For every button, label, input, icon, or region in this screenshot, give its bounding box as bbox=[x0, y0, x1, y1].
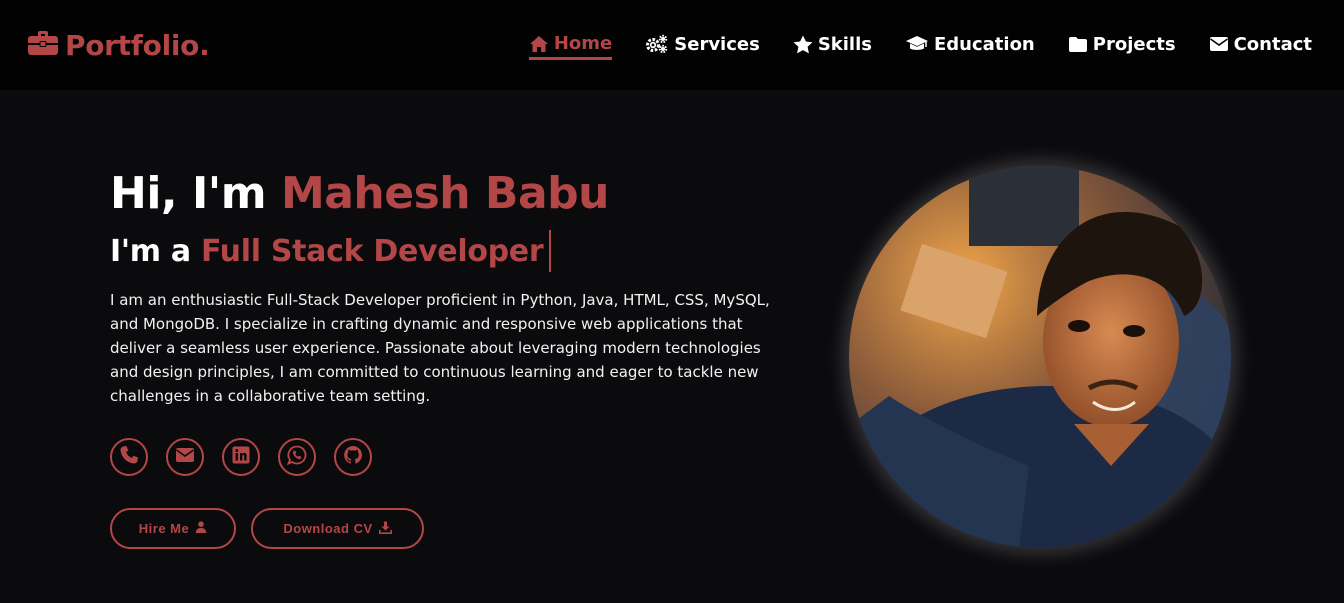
email-link[interactable] bbox=[166, 438, 204, 476]
nav-item-label: Education bbox=[933, 33, 1035, 55]
brand-name: Portfolio. bbox=[65, 28, 210, 62]
whatsapp-icon bbox=[286, 445, 307, 469]
hire-me-button[interactable]: Hire Me bbox=[110, 508, 236, 549]
github-icon bbox=[343, 445, 363, 469]
envelope-icon bbox=[175, 447, 195, 467]
star-icon bbox=[793, 35, 813, 54]
download-cv-label: Download CV bbox=[283, 521, 373, 536]
nav-item-services[interactable]: Services bbox=[645, 30, 760, 60]
nav-item-label: Services bbox=[674, 33, 760, 55]
nav-item-education[interactable]: Education bbox=[905, 30, 1035, 60]
linkedin-icon bbox=[232, 446, 250, 468]
greeting-prefix: Hi, I'm bbox=[110, 168, 281, 219]
nav-item-home[interactable]: Home bbox=[528, 30, 613, 60]
nav-item-skills[interactable]: Skills bbox=[793, 30, 872, 60]
github-link[interactable] bbox=[334, 438, 372, 476]
profile-photo bbox=[849, 166, 1231, 548]
hero-section: Hi, I'm Mahesh Babu I'm a Full Stack Dev… bbox=[0, 90, 1344, 603]
social-links bbox=[110, 438, 372, 476]
typing-cursor bbox=[549, 230, 552, 272]
whatsapp-link[interactable] bbox=[278, 438, 316, 476]
hero-bio: I am an enthusiastic Full-Stack Develope… bbox=[110, 291, 770, 405]
hero-role: I'm a Full Stack Developer bbox=[110, 230, 552, 272]
nav-item-label: Contact bbox=[1233, 33, 1312, 55]
hero-greeting: Hi, I'm Mahesh Babu bbox=[110, 168, 609, 219]
home-icon bbox=[529, 35, 549, 53]
download-icon bbox=[378, 521, 392, 537]
hire-me-label: Hire Me bbox=[138, 521, 190, 536]
brand-logo[interactable]: Portfolio. bbox=[27, 28, 210, 62]
role-text: Full Stack Developer bbox=[200, 233, 544, 269]
linkedin-link[interactable] bbox=[222, 438, 260, 476]
nav-item-label: Projects bbox=[1092, 33, 1176, 55]
navbar: Portfolio. Home Services Skills Educatio… bbox=[0, 0, 1344, 90]
phone-icon bbox=[119, 445, 139, 469]
nav-item-label: Home bbox=[553, 33, 613, 54]
download-cv-button[interactable]: Download CV bbox=[251, 508, 424, 549]
role-prefix: I'm a bbox=[110, 233, 201, 269]
user-icon bbox=[195, 521, 207, 536]
nav-item-contact[interactable]: Contact bbox=[1209, 30, 1312, 60]
hero-name: Mahesh Babu bbox=[280, 168, 610, 219]
phone-link[interactable] bbox=[110, 438, 148, 476]
envelope-icon bbox=[1209, 36, 1229, 52]
folder-icon bbox=[1068, 36, 1088, 53]
briefcase-icon bbox=[27, 29, 59, 61]
nav-links: Home Services Skills Education Projects … bbox=[528, 30, 1312, 60]
gears-icon bbox=[645, 34, 669, 54]
nav-item-label: Skills bbox=[817, 33, 872, 55]
hero-buttons: Hire Me Download CV bbox=[110, 508, 424, 549]
nav-item-projects[interactable]: Projects bbox=[1068, 30, 1176, 60]
graduation-cap-icon bbox=[905, 35, 929, 53]
